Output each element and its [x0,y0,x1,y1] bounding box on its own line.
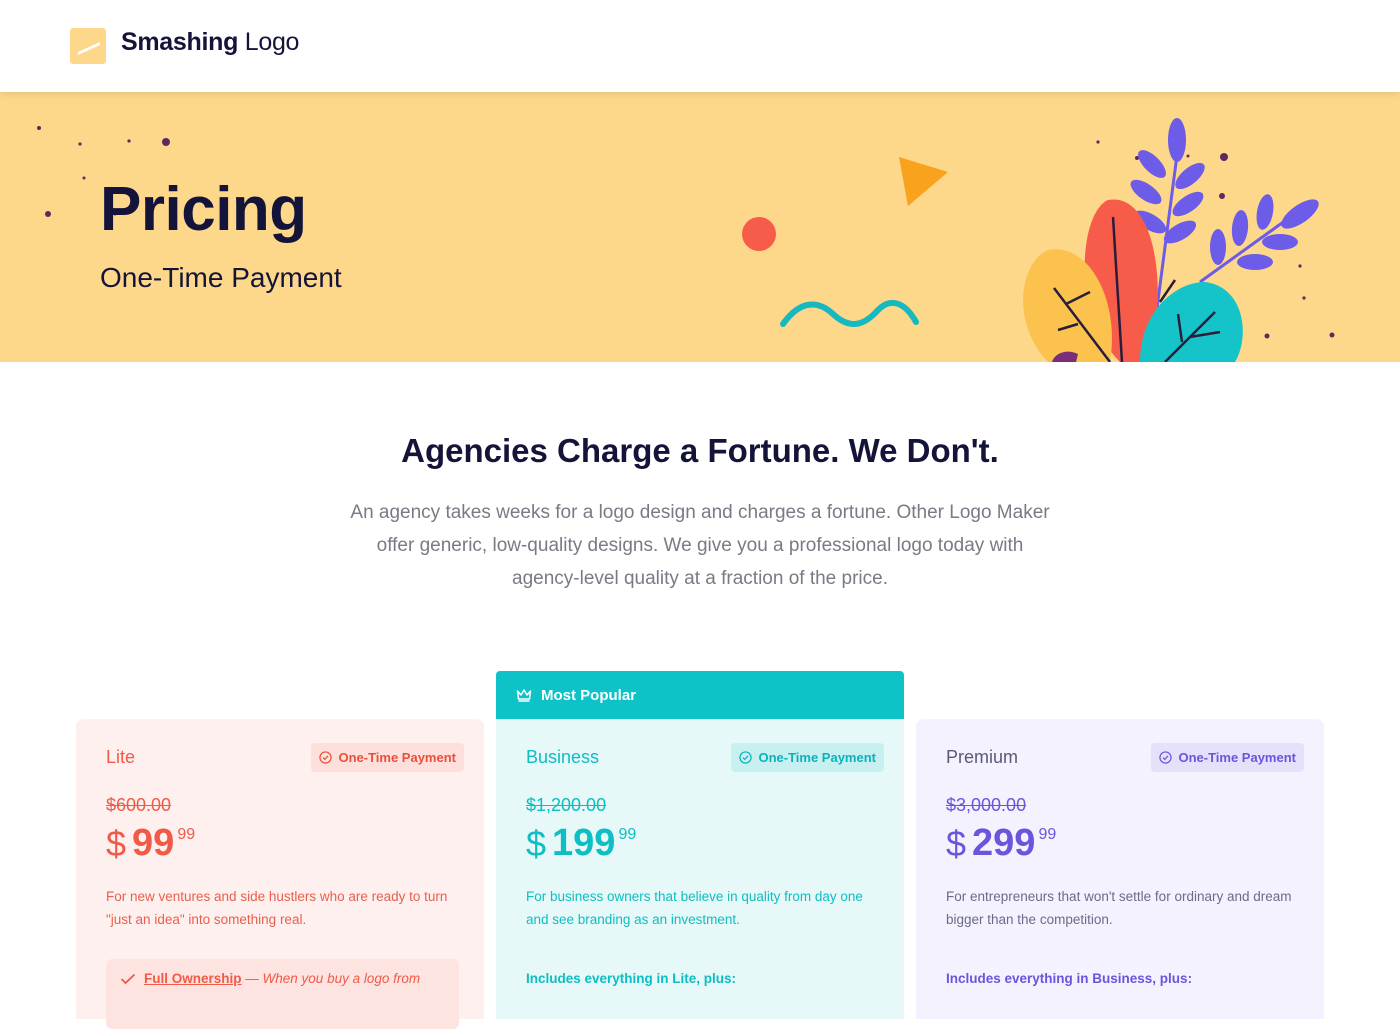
price-currency: $ [106,823,127,864]
one-time-payment-badge: One-Time Payment [731,743,884,772]
feature-text: When you buy a logo from [262,971,421,986]
check-circle-icon [739,751,753,764]
brand-logo[interactable]: Smashing Logo [121,28,299,57]
badge-label: One-Time Payment [338,750,456,765]
page-subtitle: One-Time Payment [100,262,342,293]
pricing-card-lite[interactable]: Lite One-Time Payment $600.00 $ 99 99 Fo… [76,719,484,1029]
price-currency: $ [946,823,967,864]
check-circle-icon [319,751,333,764]
one-time-payment-badge: One-Time Payment [311,743,464,772]
pricing-card-premium[interactable]: Premium One-Time Payment $3,000.00 $ 299… [916,719,1324,1019]
current-price: $ 99 99 [106,819,195,867]
price-currency: $ [526,823,547,864]
price-cents: 99 [618,826,637,843]
hero-banner: Pricing One-Time Payment [0,92,1400,362]
brand-name-bold: Smashing [121,28,239,56]
plan-name: Premium [946,747,1019,767]
badge-label: One-Time Payment [1178,750,1296,765]
logo-mark-icon[interactable] [70,28,106,64]
current-price: $ 299 99 [946,819,1056,867]
section-heading: Agencies Charge a Fortune. We Don't. [401,432,999,469]
section-description: An agency takes weeks for a logo design … [350,502,1050,589]
price-cents: 99 [177,826,196,843]
original-price: $600.00 [106,795,172,815]
includes-heading: Includes everything in Business, plus: [946,971,1193,986]
badge-label: One-Time Payment [758,750,876,765]
checkmark-icon [120,973,136,985]
original-price: $1,200.00 [526,795,607,815]
pricing-card-business[interactable]: Business One-Time Payment $1,200.00 $ 19… [496,719,904,1019]
plan-description: For new ventures and side hustlers who a… [106,889,448,927]
current-price: $ 199 99 [526,819,636,867]
one-time-payment-badge: One-Time Payment [1151,743,1304,772]
most-popular-banner: Most Popular [496,671,904,719]
feature-line: Full Ownership — When you buy a logo fro… [120,971,420,986]
price-whole: 299 [972,822,1036,864]
price-whole: 199 [552,822,616,864]
feature-item: Full Ownership — When you buy a logo fro… [106,959,459,1029]
includes-heading: Includes everything in Lite, plus: [526,971,737,986]
plan-description: For business owners that believe in qual… [526,889,863,927]
plan-name: Lite [106,747,136,767]
price-cents: 99 [1038,826,1057,843]
crown-icon [516,689,532,702]
original-price: $3,000.00 [946,795,1027,815]
brand-name-light: Logo [244,28,300,56]
check-circle-icon [1159,751,1173,764]
plan-name: Business [526,747,600,767]
most-popular-label: Most Popular [541,686,637,704]
price-whole: 99 [132,822,175,864]
plan-description: For entrepreneurs that won't settle for … [946,889,1292,927]
page-title: Pricing [100,175,307,244]
feature-title[interactable]: Full Ownership [144,971,242,986]
top-navbar: Smashing Logo [0,0,1400,92]
